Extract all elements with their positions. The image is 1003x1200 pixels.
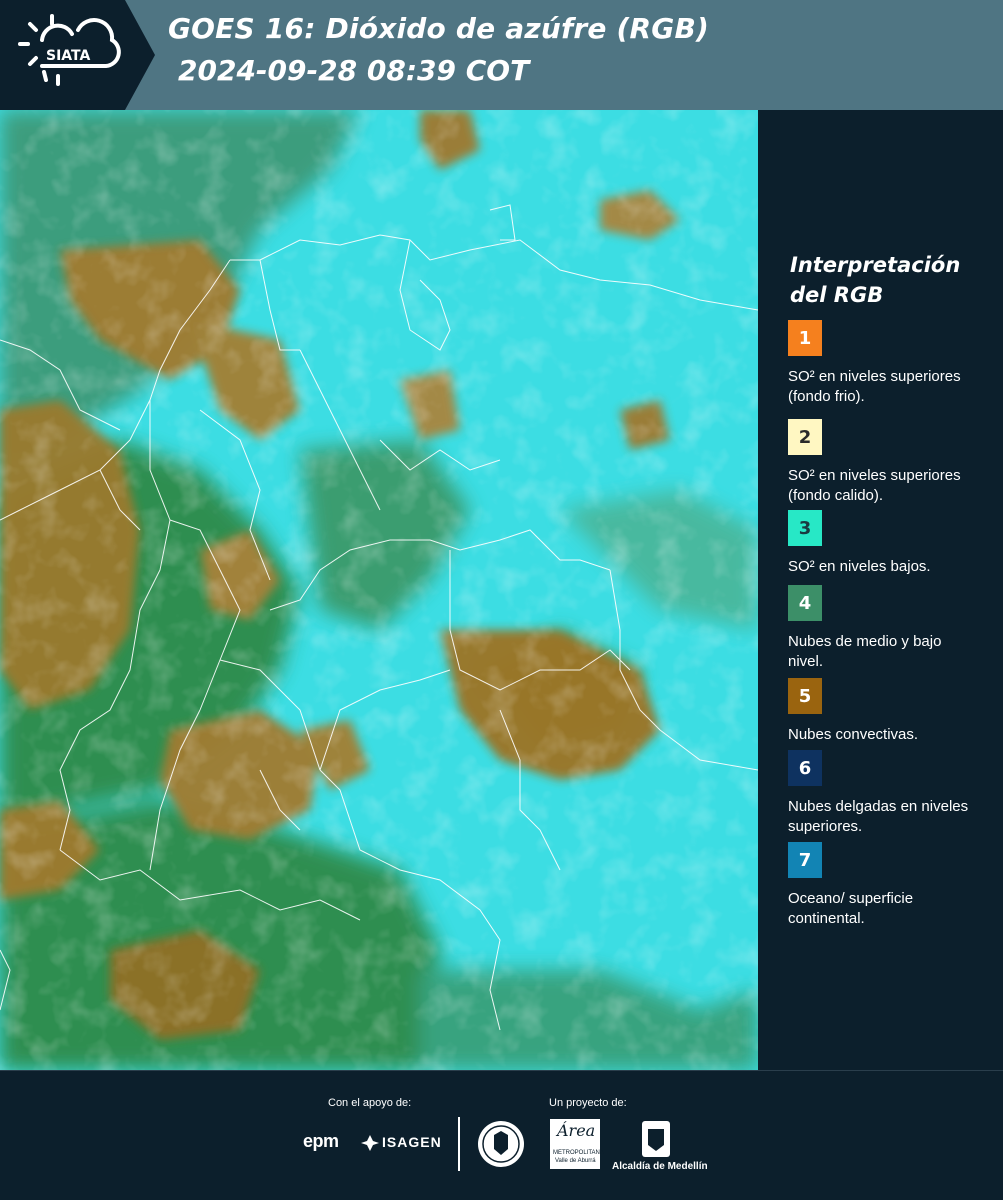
page-title: GOES 16: Dióxido de azúfre (RGB) — [168, 12, 710, 45]
page-timestamp: 2024-09-28 08:39 COT — [178, 54, 530, 87]
satellite-map[interactable] — [0, 110, 758, 1070]
legend-label-4: Nubes de medio y bajo nivel. — [788, 633, 942, 670]
legend-swatch-2: 2 — [788, 419, 822, 455]
logo-text: SIATA — [46, 48, 91, 64]
alcaldia-shield-icon — [642, 1121, 670, 1157]
legend-swatch-1: 1 — [788, 320, 822, 356]
university-seal-icon[interactable] — [476, 1119, 526, 1169]
legend-panel: Interpretación del RGB 1 SO² en niveles s… — [760, 110, 1003, 1070]
epm-logo[interactable]: epm — [303, 1131, 339, 1152]
isagen-logo[interactable]: ISAGEN — [382, 1134, 442, 1150]
legend-label-3: SO² en niveles bajos. — [788, 558, 931, 575]
support-label: Con el apoyo de: — [328, 1097, 412, 1109]
legend-swatch-4: 4 — [788, 585, 822, 621]
alcaldia-logo[interactable]: Alcaldía de Medellín — [612, 1161, 708, 1172]
isagen-icon — [361, 1135, 379, 1151]
header-bar: SIATA GOES 16: Dióxido de azúfre (RGB) 2… — [0, 0, 1003, 110]
legend-label-5: Nubes convectivas. — [788, 726, 919, 743]
legend-swatch-6: 6 — [788, 750, 822, 786]
area-metropolitana-sub1: METROPOLITANA — [553, 1150, 604, 1156]
legend-swatch-3: 3 — [788, 510, 822, 546]
legend-label-6: Nubes delgadas en niveles superiores. — [788, 798, 969, 835]
footer-divider — [458, 1117, 460, 1171]
siata-logo[interactable]: SIATA — [12, 10, 132, 95]
legend-label-1: SO² en niveles superiores (fondo frio). — [788, 368, 961, 405]
area-metropolitana-sub2: Valle de Aburrá — [555, 1158, 596, 1164]
legend-title: Interpretación del RGB — [790, 253, 961, 307]
legend-swatch-7: 7 — [788, 842, 822, 878]
legend-label-7: Oceano/ superficie continental. — [788, 890, 914, 927]
area-metropolitana-logo[interactable]: Área — [557, 1121, 595, 1140]
project-label: Un proyecto de: — [549, 1097, 627, 1109]
legend-label-2: SO² en niveles superiores (fondo calido)… — [788, 467, 961, 504]
legend-swatch-5: 5 — [788, 678, 822, 714]
footer: Con el apoyo de: Un proyecto de: epm ISA… — [0, 1070, 1003, 1200]
satellite-image — [0, 110, 758, 1070]
